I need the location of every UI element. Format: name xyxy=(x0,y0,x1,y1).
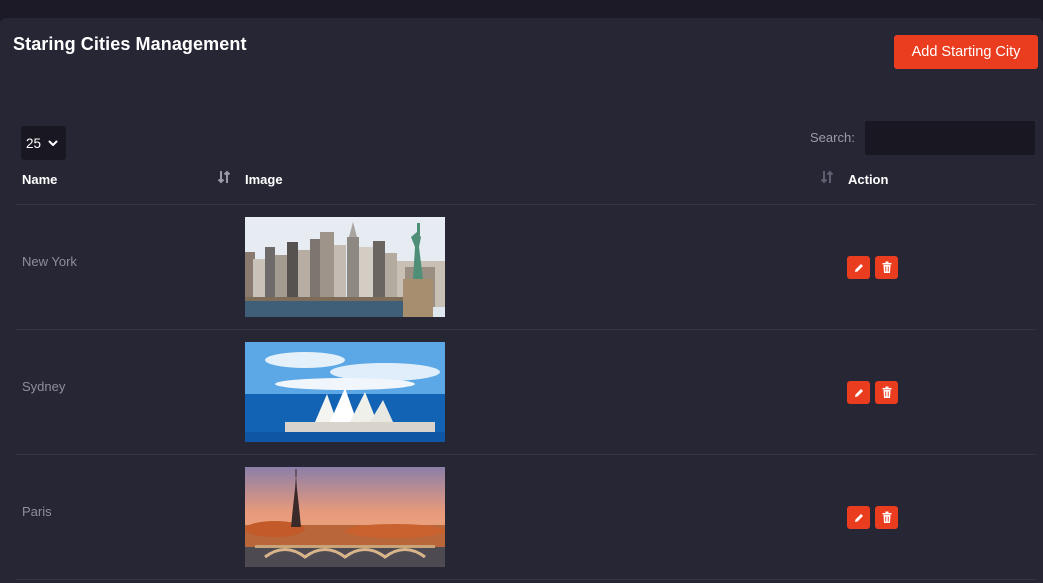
trash-icon xyxy=(882,261,891,273)
table-row: New York xyxy=(0,205,1043,330)
trash-icon xyxy=(882,386,891,398)
search-label: Search: xyxy=(810,130,855,145)
city-image-paris xyxy=(245,467,445,567)
column-header-name[interactable]: Name xyxy=(22,172,57,187)
page-title: Staring Cities Management xyxy=(13,34,247,54)
chevron-down-icon xyxy=(48,140,58,146)
city-image-sydney xyxy=(245,342,445,442)
pencil-icon xyxy=(854,388,863,397)
trash-icon xyxy=(882,511,891,523)
edit-button[interactable] xyxy=(847,506,870,529)
page-length-value: 25 xyxy=(26,135,42,151)
sort-icon[interactable] xyxy=(820,169,834,185)
delete-button[interactable] xyxy=(875,506,898,529)
row-divider xyxy=(16,579,1036,580)
pencil-icon xyxy=(854,513,863,522)
add-starting-city-button[interactable]: Add Starting City xyxy=(894,35,1038,69)
column-header-action: Action xyxy=(848,172,889,187)
search-input[interactable] xyxy=(865,121,1035,155)
table-row: Sydney xyxy=(0,330,1043,455)
content-card: Staring Cities Management Add Starting C… xyxy=(0,18,1043,583)
table-row: Paris xyxy=(0,455,1043,580)
column-header-image[interactable]: Image xyxy=(245,172,283,187)
page-length-select[interactable]: 25 xyxy=(21,126,66,160)
edit-button[interactable] xyxy=(847,256,870,279)
pencil-icon xyxy=(854,263,863,272)
sort-icon[interactable] xyxy=(217,169,231,185)
delete-button[interactable] xyxy=(875,381,898,404)
city-name: New York xyxy=(22,254,77,269)
edit-button[interactable] xyxy=(847,381,870,404)
city-name: Paris xyxy=(22,504,52,519)
city-name: Sydney xyxy=(22,379,66,394)
delete-button[interactable] xyxy=(875,256,898,279)
city-image-new-york xyxy=(245,217,445,317)
top-strip xyxy=(0,0,1043,18)
